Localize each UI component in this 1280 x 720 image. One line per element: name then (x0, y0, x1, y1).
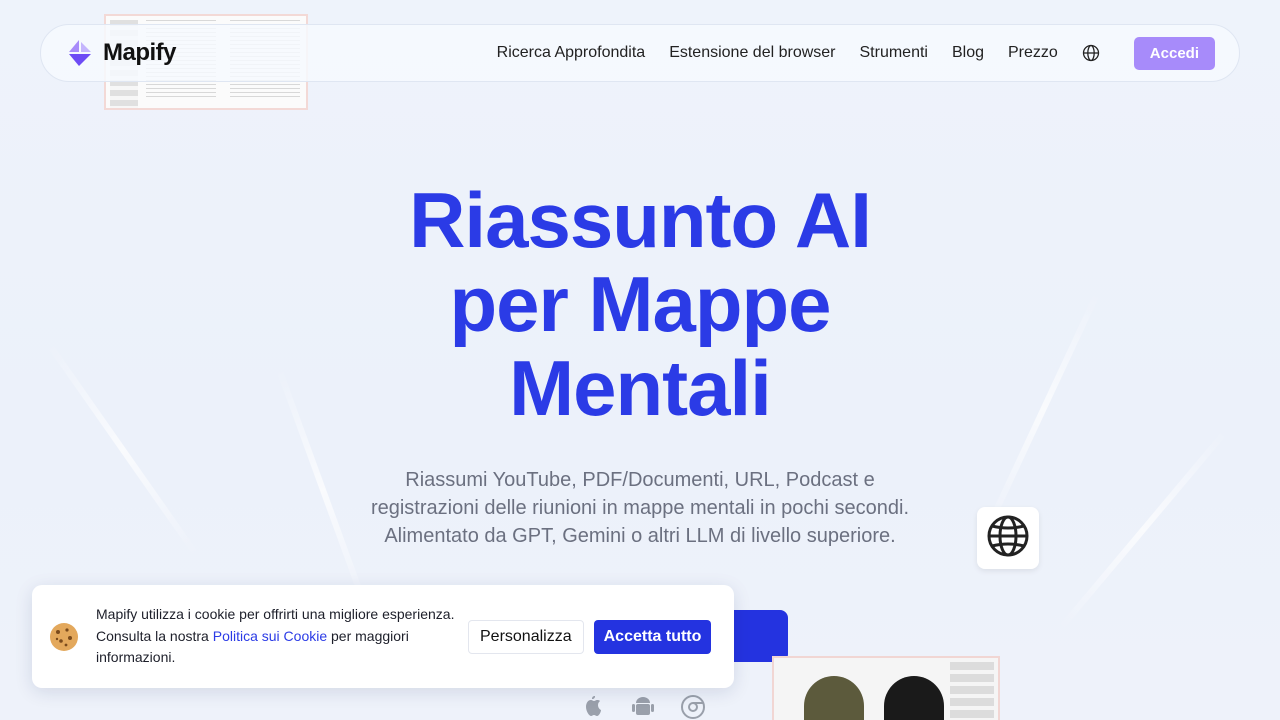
cookie-consent-banner: Mapify utilizza i cookie per offrirti un… (32, 585, 734, 688)
brand-name: Mapify (103, 39, 177, 66)
customize-cookies-button[interactable]: Personalizza (468, 619, 584, 654)
chrome-icon[interactable] (680, 694, 706, 720)
lightning-logo-icon (65, 38, 95, 68)
hero-title-line: per Mappe (449, 260, 831, 348)
login-button[interactable]: Accedi (1133, 36, 1215, 70)
cookie-policy-link[interactable]: Politica sui Cookie (213, 628, 327, 644)
hero-subtitle: Riassumi YouTube, PDF/Documenti, URL, Po… (370, 469, 910, 547)
platform-icons (580, 694, 706, 720)
brand-logo[interactable]: Mapify (65, 38, 177, 68)
top-navigation: Mapify Ricerca Approfondita Estensione d… (40, 24, 1240, 82)
nav-link-browser-extension[interactable]: Estensione del browser (669, 44, 835, 62)
nav-link-blog[interactable]: Blog (952, 44, 984, 62)
cookie-message: Mapify utilizza i cookie per offrirti un… (96, 604, 456, 669)
hero-title: Riassunto AI per Mappe Mentali (0, 178, 1280, 430)
language-globe-icon[interactable] (1082, 44, 1100, 62)
globe-icon (986, 514, 1030, 563)
accept-all-cookies-button[interactable]: Accetta tutto (593, 619, 712, 654)
android-icon[interactable] (630, 694, 656, 720)
person-image (884, 676, 944, 720)
apple-icon[interactable] (580, 694, 606, 720)
nav-links: Ricerca Approfondita Estensione del brow… (497, 36, 1215, 70)
web-source-card (977, 507, 1039, 569)
background-light-beam (1057, 428, 1229, 632)
hero-title-line: Riassunto AI (409, 176, 872, 264)
nav-link-tools[interactable]: Strumenti (860, 44, 928, 62)
nav-link-pricing[interactable]: Prezzo (1008, 44, 1058, 62)
person-image (804, 676, 864, 720)
cookie-icon (48, 621, 80, 653)
hero-title-line: Mentali (509, 344, 772, 432)
nav-link-deep-research[interactable]: Ricerca Approfondita (497, 44, 646, 62)
video-preview-card (772, 656, 1000, 720)
